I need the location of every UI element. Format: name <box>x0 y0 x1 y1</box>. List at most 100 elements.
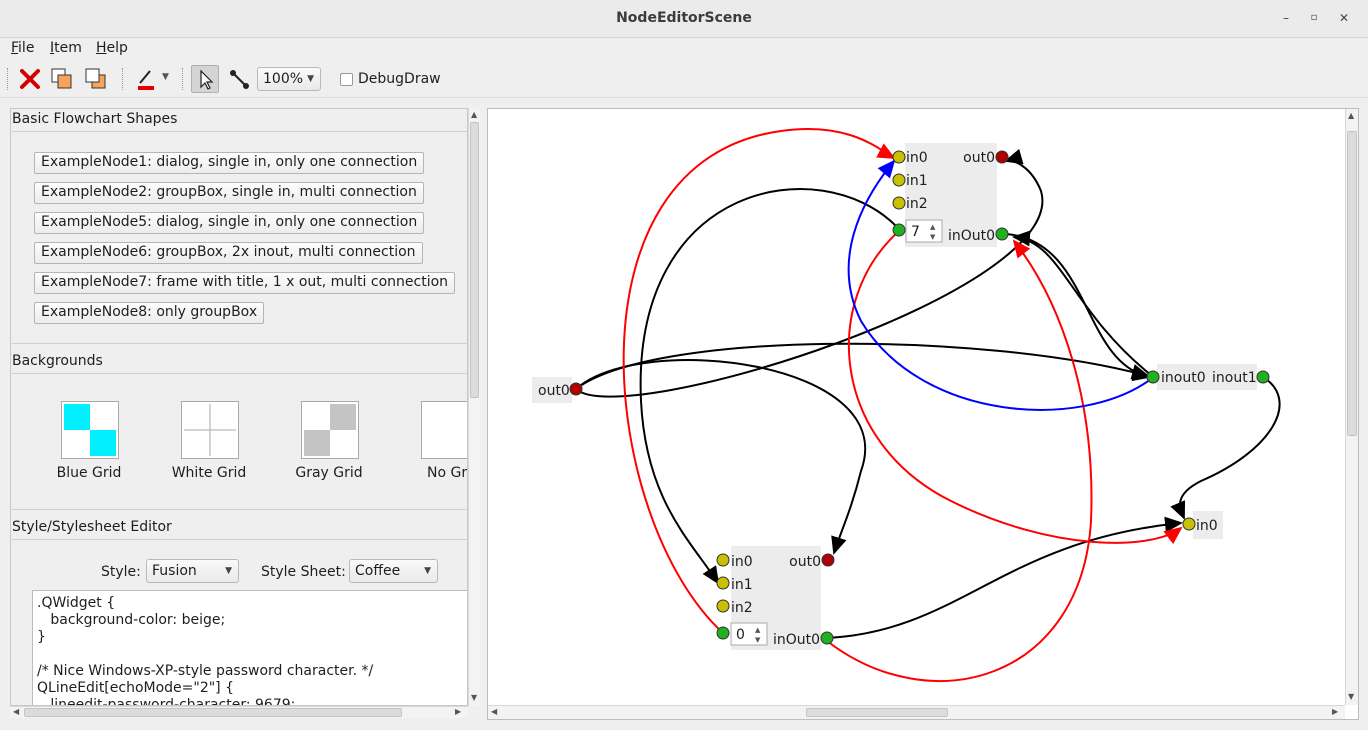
menu-item[interactable]: Item <box>50 40 82 56</box>
node-button-7[interactable]: ExampleNode7: frame with title, 1 x out,… <box>34 272 456 294</box>
white-grid-thumbnail[interactable] <box>181 401 239 459</box>
port-left-out0[interactable] <box>569 382 583 396</box>
chevron-down-icon: ▼ <box>225 566 232 576</box>
toolbar-grip <box>7 68 9 90</box>
section-divider <box>12 509 467 510</box>
port-bottom-in1[interactable] <box>716 576 730 590</box>
top-in2-label: in2 <box>906 196 928 212</box>
stylesheet-editor[interactable]: .QWidget { background-color: beige; } /*… <box>32 590 467 705</box>
scroll-down-icon[interactable]: ▼ <box>471 693 477 702</box>
bring-to-front-icon[interactable] <box>48 65 76 93</box>
shapes-section: ExampleNode1: dialog, single in, only on… <box>12 131 467 343</box>
spin-down-icon[interactable]: ▼ <box>755 636 761 644</box>
node-button-2[interactable]: ExampleNode2: groupBox, single in, multi… <box>34 182 424 204</box>
bottom-spinbox-value: 0 <box>736 627 745 643</box>
tools-panel: Basic Flowchart Shapes ExampleNode1: dia… <box>10 108 468 706</box>
scrollbar-thumb[interactable] <box>24 708 402 717</box>
edge-top-inout0-to-bottom-in1[interactable] <box>639 188 897 585</box>
port-top-in2[interactable] <box>892 196 906 210</box>
minimize-icon[interactable]: – <box>1276 8 1296 28</box>
bottom-out0-label: out0 <box>789 554 821 570</box>
bottom-inout0-label: inOut0 <box>773 632 820 648</box>
port-top-inout-left[interactable] <box>892 223 906 237</box>
scroll-left-icon[interactable]: ◀ <box>13 707 19 716</box>
section-divider <box>12 539 467 540</box>
node-editor-canvas[interactable]: in0 in1 in2 7 ▲ ▼ out0 inOut0 in0 in1 in… <box>487 108 1359 720</box>
node-button-5[interactable]: ExampleNode5: dialog, single in, only on… <box>34 212 425 234</box>
shapes-section-title: Basic Flowchart Shapes <box>12 111 178 127</box>
edge-blue-inout0-to-top-in0[interactable] <box>847 159 1152 411</box>
send-to-back-icon[interactable] <box>82 65 110 93</box>
scrollbar-thumb[interactable] <box>470 122 479 398</box>
scroll-left-icon[interactable]: ◀ <box>491 707 497 716</box>
node-button-6[interactable]: ExampleNode6: groupBox, 2x inout, multi … <box>34 242 423 264</box>
node-button-8[interactable]: ExampleNode8: only groupBox <box>34 302 265 324</box>
close-icon[interactable]: ✕ <box>1334 8 1354 28</box>
port-top-in0[interactable] <box>892 150 906 164</box>
scrollbar-thumb[interactable] <box>806 708 948 717</box>
gray-grid-thumbnail[interactable] <box>301 401 359 459</box>
maximize-icon[interactable]: ▫ <box>1304 8 1324 28</box>
blue-grid-thumbnail[interactable] <box>61 401 119 459</box>
edge-bottom-inout0-to-far-in0[interactable] <box>826 516 1183 639</box>
top-spinbox-value: 7 <box>911 224 920 240</box>
connect-line-icon[interactable] <box>225 65 253 93</box>
spin-down-icon[interactable]: ▼ <box>930 233 936 241</box>
style-label: Style: <box>101 564 141 580</box>
edge-red-top-to-far[interactable] <box>848 230 1183 545</box>
spin-up-icon[interactable]: ▲ <box>755 626 761 634</box>
bottom-in1-label: in1 <box>731 577 753 593</box>
scroll-down-icon[interactable]: ▼ <box>1348 692 1354 701</box>
scroll-up-icon[interactable]: ▲ <box>471 110 477 119</box>
port-top-out0[interactable] <box>995 150 1009 164</box>
port-far-in0[interactable] <box>1182 517 1196 531</box>
right-inout1-label: inout1 <box>1212 370 1257 386</box>
port-bottom-out0[interactable] <box>821 553 835 567</box>
left-out0-label: out0 <box>538 383 570 399</box>
port-bottom-inout-left[interactable] <box>716 626 730 640</box>
backgrounds-section-title: Backgrounds <box>12 353 103 369</box>
scroll-right-icon[interactable]: ▶ <box>1332 707 1338 716</box>
line-color-icon[interactable] <box>132 65 160 93</box>
left-vertical-scrollbar[interactable]: ▲ ▼ <box>468 108 480 706</box>
menu-file[interactable]: File <box>11 40 34 56</box>
debugdraw-checkbox[interactable] <box>340 73 353 86</box>
port-bottom-inout0[interactable] <box>820 631 834 645</box>
port-bottom-in0[interactable] <box>716 553 730 567</box>
stylesheet-select[interactable]: Coffee ▼ <box>349 559 438 583</box>
edge-red-bottom-to-top-inout0[interactable] <box>826 239 1093 682</box>
chevron-down-icon[interactable]: ▼ <box>162 72 169 82</box>
top-in0-label: in0 <box>906 150 928 166</box>
blue-grid-label: Blue Grid <box>56 465 122 481</box>
section-divider <box>12 343 467 344</box>
port-top-in1[interactable] <box>892 173 906 187</box>
port-right-inout0[interactable] <box>1146 370 1160 384</box>
port-bottom-in2[interactable] <box>716 599 730 613</box>
toolbar: ▼ 100% ▼ DebugDraw <box>0 62 1368 98</box>
bottom-in0-label: in0 <box>731 554 753 570</box>
left-horizontal-scrollbar[interactable]: ◀ ▶ <box>10 706 468 718</box>
scene-svg[interactable]: in0 in1 in2 7 ▲ ▼ out0 inOut0 in0 in1 in… <box>488 109 1359 720</box>
spin-up-icon[interactable]: ▲ <box>930 223 936 231</box>
edge-out0-to-inout0[interactable] <box>575 342 1150 390</box>
edge-inout1-to-far-in0[interactable] <box>1170 376 1281 520</box>
menu-help[interactable]: Help <box>96 40 128 56</box>
window-title: NodeEditorScene <box>616 10 752 26</box>
delete-icon[interactable] <box>16 65 44 93</box>
no-grid-thumbnail[interactable] <box>421 401 467 459</box>
port-right-inout1[interactable] <box>1256 370 1270 384</box>
style-select[interactable]: Fusion ▼ <box>146 559 239 583</box>
pointer-icon[interactable] <box>191 65 219 93</box>
edge-out0-to-bottom-out0[interactable] <box>575 359 866 555</box>
node-button-1[interactable]: ExampleNode1: dialog, single in, only on… <box>34 152 425 174</box>
scroll-right-icon[interactable]: ▶ <box>455 707 461 716</box>
canvas-horizontal-scrollbar[interactable]: ◀ ▶ <box>488 705 1345 719</box>
chevron-down-icon: ▼ <box>424 566 431 576</box>
canvas-vertical-scrollbar[interactable]: ▲ ▼ <box>1345 109 1358 705</box>
scrollbar-thumb[interactable] <box>1347 131 1357 436</box>
zoom-value: 100% <box>263 71 304 87</box>
scroll-up-icon[interactable]: ▲ <box>1348 111 1354 120</box>
zoom-select[interactable]: 100% ▼ <box>257 67 321 91</box>
bottom-in2-label: in2 <box>731 600 753 616</box>
port-top-inout0[interactable] <box>995 227 1009 241</box>
